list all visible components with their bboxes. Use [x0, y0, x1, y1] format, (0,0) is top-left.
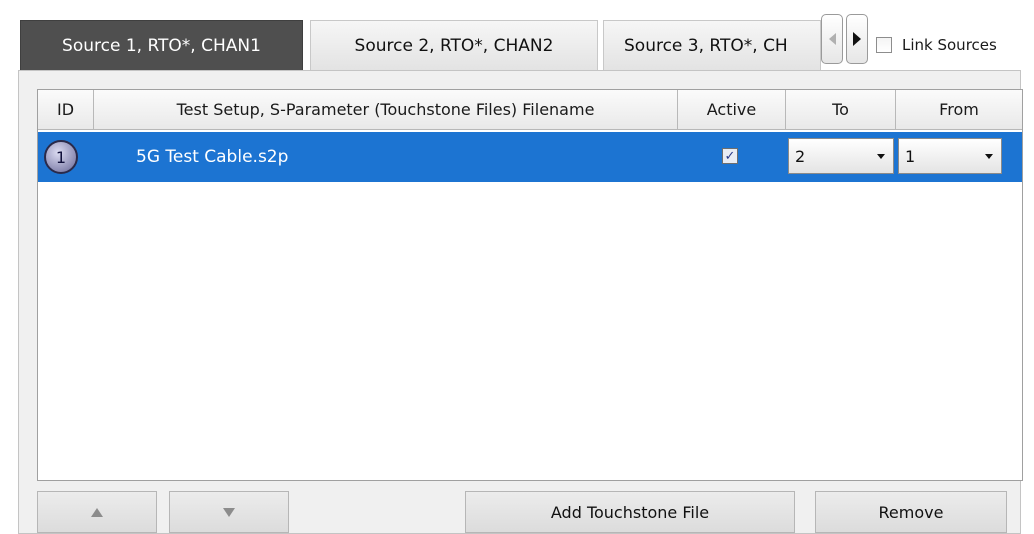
- table-header: ID Test Setup, S-Parameter (Touchstone F…: [38, 90, 1022, 130]
- link-sources-control[interactable]: Link Sources: [876, 36, 997, 54]
- tab-source-1-label: Source 1, RTO*, CHAN1: [62, 35, 261, 56]
- column-header-to[interactable]: To: [786, 90, 896, 130]
- table-row[interactable]: 1 5G Test Cable.s2p ✓ 2 1: [38, 132, 1022, 182]
- source-panel: ID Test Setup, S-Parameter (Touchstone F…: [18, 70, 1023, 534]
- triangle-up-icon: [91, 507, 103, 517]
- row-from-dropdown[interactable]: 1: [898, 138, 1002, 174]
- row-active-checkbox[interactable]: ✓: [722, 148, 738, 164]
- source-tab-strip: Source 1, RTO*, CHAN1 Source 2, RTO*, CH…: [0, 0, 1034, 72]
- column-header-from[interactable]: From: [896, 90, 1022, 130]
- checkmark-icon: ✓: [724, 148, 736, 164]
- tab-source-2-label: Source 2, RTO*, CHAN2: [354, 35, 554, 56]
- tab-scroll-left-button[interactable]: [821, 14, 843, 64]
- arrow-left-icon: [828, 33, 836, 45]
- link-sources-label: Link Sources: [902, 36, 997, 54]
- column-header-filename[interactable]: Test Setup, S-Parameter (Touchstone File…: [94, 90, 678, 130]
- row-to-value: 2: [795, 146, 806, 166]
- link-sources-checkbox[interactable]: [876, 37, 892, 53]
- row-id-badge: 1: [44, 140, 78, 174]
- row-to-dropdown[interactable]: 2: [788, 138, 894, 174]
- arrow-right-icon: [853, 32, 861, 46]
- add-touchstone-file-button[interactable]: Add Touchstone File: [465, 491, 795, 533]
- move-up-button[interactable]: [37, 491, 157, 533]
- tab-source-3-label: Source 3, RTO*, CH: [624, 35, 788, 56]
- tab-source-1[interactable]: Source 1, RTO*, CHAN1: [20, 20, 303, 70]
- tab-scroll-right-button[interactable]: [846, 14, 868, 64]
- tab-source-2[interactable]: Source 2, RTO*, CHAN2: [310, 20, 598, 70]
- touchstone-file-table: ID Test Setup, S-Parameter (Touchstone F…: [37, 89, 1023, 481]
- remove-button[interactable]: Remove: [815, 491, 1007, 533]
- row-from-value: 1: [905, 146, 916, 166]
- chevron-down-icon: [877, 153, 885, 159]
- row-filename: 5G Test Cable.s2p: [136, 147, 289, 167]
- tab-source-3[interactable]: Source 3, RTO*, CH: [603, 20, 821, 70]
- chevron-down-icon: [985, 153, 993, 159]
- triangle-down-icon: [223, 507, 235, 517]
- move-down-button[interactable]: [169, 491, 289, 533]
- column-header-active[interactable]: Active: [678, 90, 786, 130]
- column-header-id[interactable]: ID: [38, 90, 94, 130]
